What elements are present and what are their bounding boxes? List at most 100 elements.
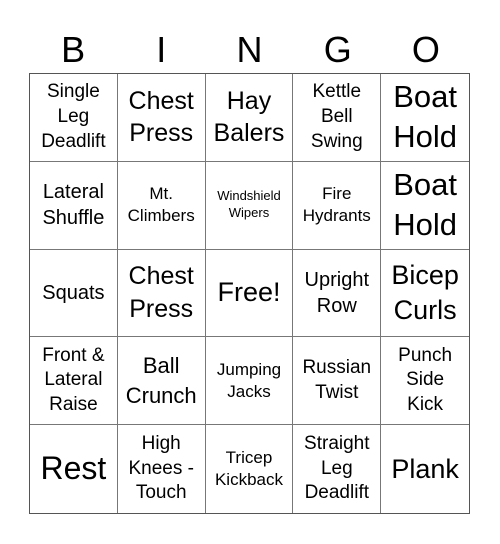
bingo-grid: Single Leg Deadlift Chest Press Hay Balers K… [29, 73, 470, 514]
cell-label: Squats [42, 280, 104, 306]
bingo-cell[interactable]: Lateral Shuffle [30, 161, 118, 250]
cell-label: Windshield Wipers [217, 188, 281, 222]
cell-label-line: Punch [398, 344, 453, 366]
cell-label-line: Climbers [127, 206, 195, 226]
cell-label-line: Hay [226, 86, 272, 115]
cell-label-line: Tricep [225, 448, 273, 467]
cell-label-line: Boat [393, 166, 457, 202]
cell-label-line: Mt. [149, 184, 173, 204]
cell-label-line: Fire [322, 184, 352, 204]
bingo-cell[interactable]: Bicep Curls [381, 250, 469, 338]
cell-label-line: Shuffle [42, 207, 105, 230]
cell-label-line: Russian [302, 357, 372, 379]
cell-label-line: Hydrants [302, 206, 371, 226]
cell-label-line: Balers [213, 119, 285, 148]
cell-label: Jumping Jacks [217, 359, 281, 403]
cell-label-line: Ball [142, 353, 180, 379]
cell-label-line: Windshield [217, 188, 281, 204]
cell-label-line: Touch [135, 482, 187, 504]
bingo-cell[interactable]: Tricep Kickback [206, 425, 294, 513]
cell-label: Plank [391, 452, 459, 487]
cell-label: Chest Press [129, 85, 194, 150]
cell-label-line: Plank [391, 453, 459, 484]
bingo-cell[interactable]: Hay Balers [205, 74, 294, 162]
free-space[interactable]: Free! [205, 249, 294, 338]
cell-label: Tricep Kickback [215, 447, 283, 491]
bingo-cell[interactable]: Jumping Jacks [205, 337, 294, 426]
cell-label-line: Front & [42, 344, 105, 366]
cell-label-line: Straight [304, 433, 370, 455]
cell-label-line: Jacks [227, 381, 271, 401]
cell-label: Chest Press [129, 260, 194, 325]
bingo-cell[interactable]: Boat Hold [381, 162, 469, 250]
cell-label-line: Raise [49, 394, 98, 416]
bingo-cell[interactable]: Russian Twist [293, 337, 382, 426]
bingo-cell[interactable]: Kettle Bell Swing [293, 74, 382, 162]
cell-label-line: Upright [304, 268, 370, 291]
cell-label: Ball Crunch [126, 351, 197, 410]
cell-label: Bicep Curls [391, 258, 459, 328]
header-letter-g: G [323, 29, 352, 70]
cell-label-line: Kickback [214, 470, 283, 490]
cell-label: Free! [217, 275, 280, 310]
bingo-cell[interactable]: High Knees - Touch [118, 425, 206, 513]
cell-label: Single Leg Deadlift [41, 80, 105, 154]
cell-label-line: Knees - [128, 457, 194, 479]
cell-label: Rest [40, 450, 107, 487]
cell-label-line: Free! [217, 277, 281, 308]
cell-label-line: Curls [393, 294, 457, 325]
cell-label-line: Press [129, 119, 194, 148]
cell-label-line: Lateral [44, 369, 103, 391]
cell-label-line: Press [129, 294, 194, 323]
cell-label-line: Leg [57, 106, 90, 128]
header-letter-n: N [236, 29, 263, 70]
bingo-cell[interactable]: Ball Crunch [117, 337, 206, 426]
cell-label-line: Swing [310, 130, 363, 152]
cell-label-line: Kettle [312, 81, 362, 103]
bingo-header: B I N G O [29, 28, 470, 72]
cell-label-line: Chest [128, 262, 194, 291]
bingo-cell[interactable]: Mt. Climbers [117, 161, 206, 250]
header-letter-i: I [156, 29, 167, 70]
bingo-cell[interactable]: Fire Hydrants [293, 161, 382, 250]
cell-label-line: Hold [393, 207, 457, 243]
cell-label-line: Leg [320, 457, 353, 479]
cell-label: Mt. Climbers [128, 183, 195, 227]
cell-label: Boat Hold [393, 77, 457, 158]
cell-label-line: Chest [128, 86, 194, 115]
bingo-cell[interactable]: Plank [381, 425, 469, 513]
cell-label-line: Wipers [228, 205, 270, 221]
bingo-cell[interactable]: Front & Lateral Raise [30, 337, 118, 426]
cell-label-line: Bell [320, 106, 353, 128]
cell-label-line: Rest [40, 450, 107, 487]
bingo-cell[interactable]: Windshield Wipers [205, 161, 294, 250]
cell-label-line: Lateral [42, 181, 104, 204]
cell-label: Kettle Bell Swing [311, 80, 363, 154]
cell-label: Boat Hold [393, 165, 457, 246]
cell-label-line: Crunch [125, 382, 197, 408]
cell-label: Russian Twist [302, 356, 371, 405]
cell-label-line: Deadlift [41, 130, 106, 152]
cell-label: Lateral Shuffle [42, 179, 104, 231]
bingo-cell[interactable]: Punch Side Kick [381, 337, 469, 426]
cell-label-line: Row [316, 294, 357, 317]
bingo-cell[interactable]: Boat Hold [381, 74, 469, 162]
bingo-cell[interactable]: Upright Row [293, 249, 382, 338]
bingo-cell[interactable]: Squats [30, 249, 118, 338]
bingo-cell[interactable]: Straight Leg Deadlift [293, 425, 382, 513]
bingo-cell[interactable]: Rest [30, 425, 118, 513]
cell-label-line: Hold [393, 119, 457, 155]
cell-label-line: Single [46, 81, 100, 103]
cell-label-line: Boat [393, 79, 457, 115]
cell-label-line: Deadlift [304, 482, 369, 504]
cell-label: Straight Leg Deadlift [304, 432, 369, 506]
bingo-cell[interactable]: Chest Press [117, 249, 206, 338]
header-letter-b: B [61, 29, 86, 70]
cell-label-line: Side [406, 369, 445, 391]
bingo-cell[interactable]: Chest Press [117, 74, 206, 162]
cell-label-line: Kick [407, 394, 444, 416]
cell-label: High Knees - Touch [128, 432, 193, 506]
cell-label: Fire Hydrants [303, 183, 371, 227]
bingo-cell[interactable]: Single Leg Deadlift [30, 74, 118, 162]
header-letter-o: O [411, 29, 440, 70]
